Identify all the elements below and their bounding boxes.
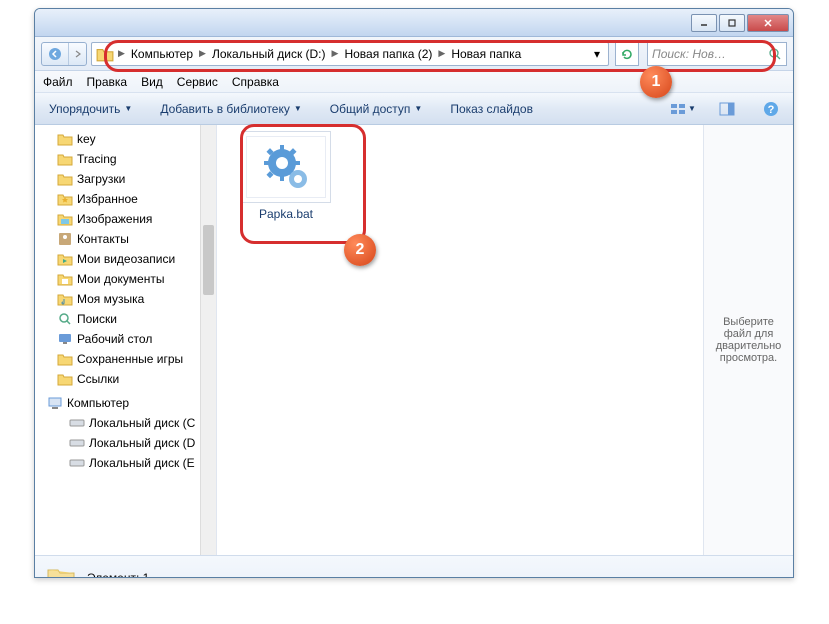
contacts-icon [57,231,73,247]
gear-icon [260,141,312,193]
tree-item[interactable]: Рабочий стол [35,329,216,349]
tree-item[interactable]: Мои документы [35,269,216,289]
body-area: key Tracing Загрузки Избранное Изображен… [35,125,793,555]
tree-item[interactable]: Сохраненные игры [35,349,216,369]
content-pane[interactable]: Papka.bat [217,125,703,555]
address-wrap: ▶ Компьютер ▶ Локальный диск (D:) ▶ Нова… [91,42,609,66]
file-thumbnail [241,131,331,203]
disk-icon [69,435,85,451]
nav-row: ▶ Компьютер ▶ Локальный диск (D:) ▶ Нова… [35,37,793,71]
tree-item[interactable]: Поиски [35,309,216,329]
view-options-button[interactable]: ▼ [669,97,697,121]
chevron-right-icon: ▶ [197,48,208,59]
tree-item[interactable]: Мои видеозаписи [35,249,216,269]
folder-icon [45,562,77,579]
forward-button[interactable] [68,43,86,65]
folder-icon [57,171,73,187]
documents-folder-icon [57,271,73,287]
address-bar[interactable]: ▶ Компьютер ▶ Локальный диск (D:) ▶ Нова… [91,42,609,66]
maximize-button[interactable] [719,14,745,32]
music-folder-icon [57,291,73,307]
tree-item[interactable]: Загрузки [35,169,216,189]
folder-icon [57,131,73,147]
back-button[interactable] [42,43,68,65]
status-text: Элемент: 1 [87,571,149,579]
disk-icon [69,415,85,431]
search-folder-icon [57,311,73,327]
chevron-right-icon: ▶ [330,48,341,59]
breadcrumb-segment[interactable]: Компьютер [127,47,197,61]
menu-file[interactable]: Файл [43,75,73,89]
tree-item-drive[interactable]: Локальный диск (D [35,433,216,453]
tree-item[interactable]: Избранное [35,189,216,209]
tree-item[interactable]: key [35,129,216,149]
organize-button[interactable]: Упорядочить▼ [43,99,138,119]
breadcrumb-segment[interactable]: Новая папка [447,47,525,61]
favorites-icon [57,191,73,207]
help-button[interactable]: ? [757,97,785,121]
breadcrumb-segment[interactable]: Новая папка (2) [340,47,436,61]
tree-item[interactable]: Tracing [35,149,216,169]
tree-item[interactable]: Контакты [35,229,216,249]
desktop-icon [57,331,73,347]
status-bar: Элемент: 1 [35,555,793,578]
disk-icon [69,455,85,471]
share-button[interactable]: Общий доступ▼ [324,99,429,119]
address-dropdown-icon[interactable]: ▾ [588,47,606,61]
tree-item-drive[interactable]: Локальный диск (C [35,413,216,433]
sidebar-scrollbar[interactable] [200,125,216,555]
computer-icon [47,395,63,411]
menu-edit[interactable]: Правка [87,75,128,89]
minimize-button[interactable] [691,14,717,32]
slideshow-button[interactable]: Показ слайдов [444,99,539,119]
videos-folder-icon [57,251,73,267]
links-folder-icon [57,371,73,387]
tree-item[interactable]: Изображения [35,209,216,229]
scroll-thumb[interactable] [203,225,214,295]
search-input[interactable]: Поиск: Нов… [647,42,787,66]
folder-tree: key Tracing Загрузки Избранное Изображен… [35,125,216,477]
preview-pane-button[interactable] [713,97,741,121]
pictures-folder-icon [57,211,73,227]
tree-item-computer[interactable]: Компьютер [35,393,216,413]
preview-text: Выберите файл для дварительно просмотра. [708,316,789,364]
menu-view[interactable]: Вид [141,75,163,89]
preview-pane: Выберите файл для дварительно просмотра. [703,125,793,555]
svg-text:?: ? [768,104,775,116]
sidebar: key Tracing Загрузки Избранное Изображен… [35,125,217,555]
toolbar: Упорядочить▼ Добавить в библиотеку▼ Общи… [35,93,793,125]
folder-icon [57,151,73,167]
games-folder-icon [57,351,73,367]
tree-item[interactable]: Ссылки [35,369,216,389]
menu-bar: Файл Правка Вид Сервис Справка [35,71,793,93]
folder-icon [96,45,114,63]
nav-arrows [41,42,87,66]
search-placeholder: Поиск: Нов… [652,47,768,61]
menu-tools[interactable]: Сервис [177,75,218,89]
tree-item-drive[interactable]: Локальный диск (E [35,453,216,473]
file-item[interactable]: Papka.bat [233,131,339,221]
menu-help[interactable]: Справка [232,75,279,89]
refresh-button[interactable] [615,42,639,66]
breadcrumb-segment[interactable]: Локальный диск (D:) [208,47,330,61]
chevron-right-icon: ▶ [116,48,127,59]
chevron-right-icon: ▶ [436,48,447,59]
tree-item[interactable]: Моя музыка [35,289,216,309]
explorer-window: ▶ Компьютер ▶ Локальный диск (D:) ▶ Нова… [34,8,794,578]
close-button[interactable] [747,14,789,32]
add-library-button[interactable]: Добавить в библиотеку▼ [154,99,307,119]
search-icon [768,47,782,61]
file-name: Papka.bat [233,207,339,221]
titlebar [35,9,793,37]
